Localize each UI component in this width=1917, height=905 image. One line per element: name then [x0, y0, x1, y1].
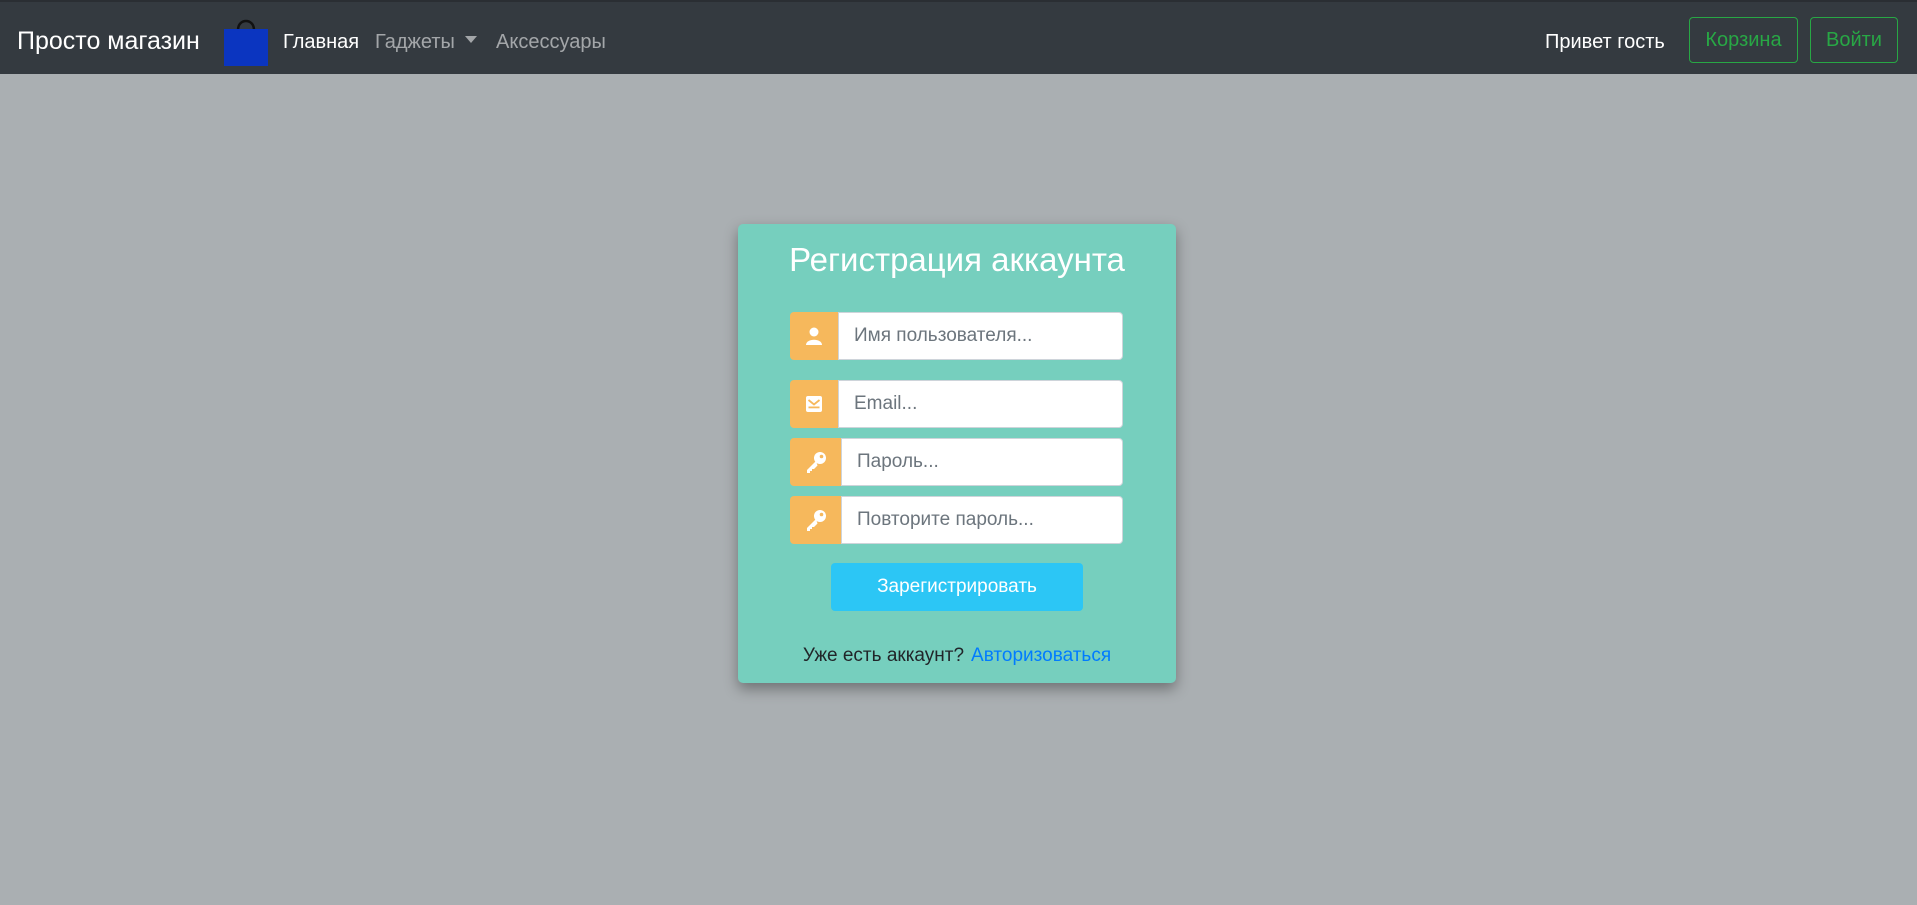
- login-prompt-text: Уже есть аккаунт?: [802, 645, 965, 666]
- key-icon: [806, 452, 826, 473]
- repeat-password-addon: [790, 496, 841, 544]
- registration-card: Регистрация аккаунта Имя пользователя...…: [738, 224, 1176, 683]
- brand-name[interactable]: Просто магазин: [17, 26, 200, 56]
- username-field: Имя пользователя...: [790, 312, 1123, 360]
- nav-link-gadgets-label: Гаджеты: [375, 31, 455, 53]
- email-field: Email...: [790, 380, 1123, 428]
- nav-link-home[interactable]: Главная: [283, 30, 359, 54]
- password-field: Пароль...: [790, 438, 1123, 486]
- user-icon: [806, 327, 822, 345]
- key-icon: [806, 510, 826, 531]
- repeat-password-field: Повторите пароль...: [790, 496, 1123, 544]
- username-addon: [790, 312, 838, 360]
- form-title: Регистрация аккаунта: [789, 241, 1125, 278]
- password-input[interactable]: Пароль...: [841, 438, 1123, 486]
- shopping-bag-icon[interactable]: [223, 14, 269, 66]
- navbar: Просто магазин Главная Гаджеты Аксессуар…: [0, 0, 1917, 74]
- caret-down-icon: [464, 36, 477, 44]
- email-input[interactable]: Email...: [838, 380, 1123, 428]
- login-button[interactable]: Войти: [1810, 17, 1898, 63]
- password-addon: [790, 438, 841, 486]
- repeat-password-input[interactable]: Повторите пароль...: [841, 496, 1123, 544]
- envelope-icon: [806, 396, 822, 412]
- cart-button[interactable]: Корзина: [1689, 17, 1798, 63]
- login-prompt: Уже есть аккаунт? Авторизоваться: [738, 644, 1176, 668]
- email-addon: [790, 380, 838, 428]
- nav-link-gadgets[interactable]: Гаджеты: [375, 30, 477, 54]
- nav-link-accessories[interactable]: Аксессуары: [496, 30, 606, 54]
- login-link[interactable]: Авторизоваться: [971, 645, 1111, 666]
- greeting-text: Привет гость: [1545, 31, 1665, 53]
- username-input[interactable]: Имя пользователя...: [838, 312, 1123, 360]
- register-button[interactable]: Зарегистрировать: [831, 563, 1083, 611]
